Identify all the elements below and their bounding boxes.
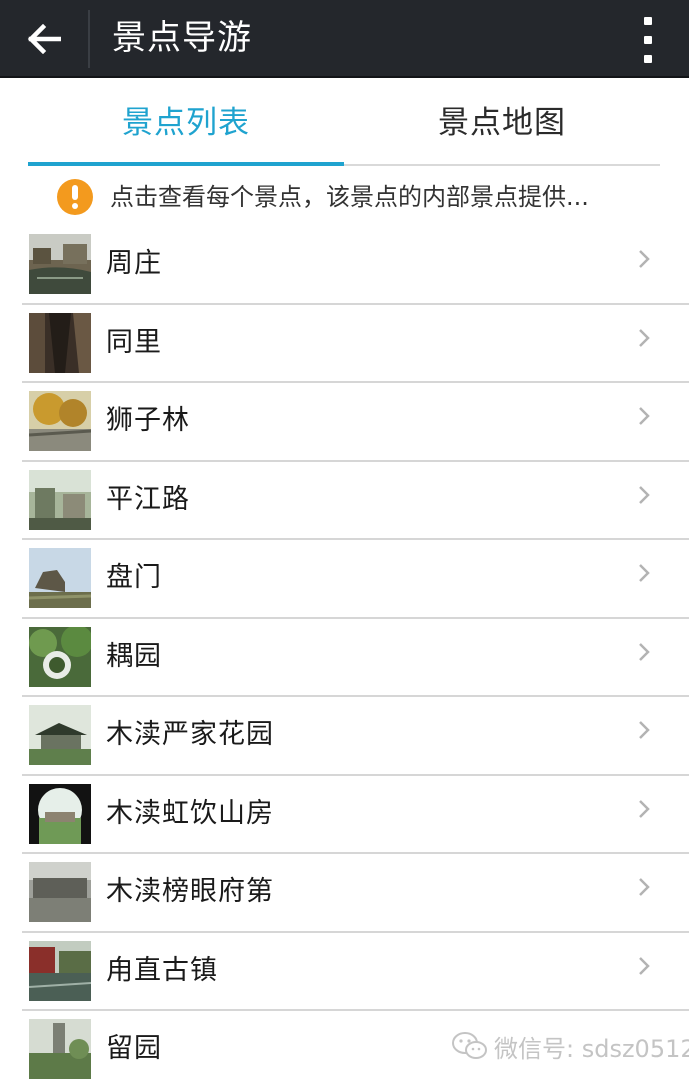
list-item[interactable]: 同里 — [22, 305, 689, 383]
spot-list: 周庄 同里 狮子林 平江路 盘门 耦园 木渎严家花园 木渎虹饮山房 木渎榜眼府第… — [22, 226, 689, 1081]
tab-spot-map[interactable]: 景点地图 — [344, 80, 660, 162]
spot-name: 平江路 — [106, 483, 190, 515]
spot-name: 留园 — [106, 1033, 162, 1064]
chevron-right-icon — [639, 328, 650, 347]
spot-thumbnail — [29, 862, 91, 922]
spot-name: 木渎虹饮山房 — [106, 797, 274, 829]
tab-bar: 景点列表 景点地图 — [0, 80, 689, 166]
list-item[interactable]: 平江路 — [22, 462, 689, 540]
tab-spot-list[interactable]: 景点列表 — [28, 80, 344, 162]
more-vertical-icon — [644, 17, 652, 25]
spot-thumbnail — [29, 940, 91, 1001]
app-bar-divider — [88, 10, 90, 68]
spot-name: 木渎严家花园 — [106, 719, 274, 750]
list-item[interactable]: 木渎虹饮山房 — [22, 776, 689, 854]
chevron-right-icon — [639, 956, 650, 975]
chevron-right-icon — [639, 878, 650, 896]
notice-text: 点击查看每个景点，该景点的内部景点提供... — [110, 183, 589, 211]
spot-thumbnail — [29, 626, 91, 687]
list-item[interactable]: 木渎榜眼府第 — [22, 854, 689, 933]
spot-name: 狮子林 — [106, 405, 190, 436]
chevron-right-icon — [639, 564, 650, 582]
alert-icon — [57, 179, 93, 215]
wechat-icon — [452, 1032, 487, 1059]
spot-thumbnail — [29, 469, 91, 530]
spot-thumbnail — [29, 234, 91, 294]
spot-name: 木渎榜眼府第 — [106, 876, 274, 907]
page-title: 景点导游 — [112, 18, 252, 58]
spot-thumbnail — [29, 783, 91, 844]
list-item[interactable]: 盘门 — [22, 540, 689, 619]
list-item[interactable]: 木渎严家花园 — [22, 697, 689, 776]
chevron-right-icon — [639, 799, 650, 818]
spot-name: 同里 — [106, 326, 162, 358]
list-item[interactable]: 甪直古镇 — [22, 933, 689, 1011]
spot-thumbnail — [29, 1019, 91, 1079]
chevron-right-icon — [639, 642, 650, 661]
spot-name: 周庄 — [106, 248, 162, 279]
back-button[interactable] — [14, 12, 74, 66]
spot-name: 耦园 — [106, 640, 162, 672]
list-item[interactable]: 狮子林 — [22, 383, 689, 462]
wechat-watermark: 微信号: sdsz0512 — [452, 1026, 689, 1066]
spot-thumbnail — [29, 312, 91, 373]
arrow-left-icon — [27, 24, 61, 54]
list-item[interactable]: 周庄 — [22, 226, 689, 305]
active-tab-indicator — [28, 162, 344, 166]
spot-thumbnail — [29, 391, 91, 451]
chevron-right-icon — [639, 250, 650, 268]
spot-thumbnail — [29, 548, 91, 608]
spot-name: 盘门 — [106, 562, 162, 593]
more-options-button[interactable] — [635, 14, 661, 66]
spot-thumbnail — [29, 705, 91, 765]
watermark-text: 微信号: sdsz0512 — [494, 1034, 689, 1063]
list-item[interactable]: 耦园 — [22, 619, 689, 697]
notice-banner: 点击查看每个景点，该景点的内部景点提供... — [0, 170, 689, 226]
spot-name: 甪直古镇 — [106, 954, 218, 986]
chevron-right-icon — [639, 485, 650, 504]
app-bar: 景点导游 — [0, 0, 689, 78]
chevron-right-icon — [639, 721, 650, 739]
chevron-right-icon — [639, 407, 650, 425]
